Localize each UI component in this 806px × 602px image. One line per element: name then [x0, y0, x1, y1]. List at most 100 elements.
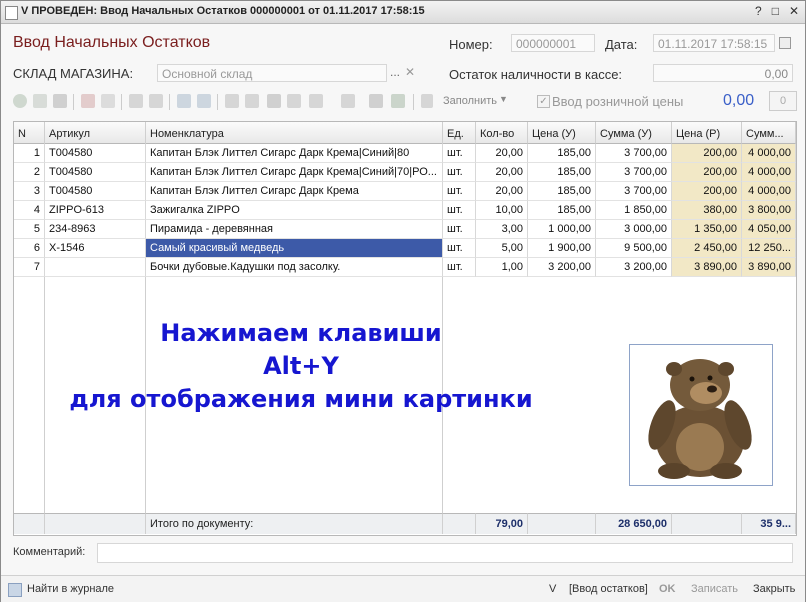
table-cell-qty[interactable]: 3,00 — [476, 220, 528, 239]
table-cell-n[interactable]: 7 — [14, 258, 45, 277]
table-cell-qty[interactable]: 20,00 — [476, 182, 528, 201]
retail-checkbox[interactable]: ✓ — [537, 95, 550, 108]
columns-icon[interactable] — [267, 94, 281, 108]
table-cell-unit[interactable]: шт. — [443, 144, 476, 163]
table-cell-sum_r[interactable]: 4 000,00 — [742, 182, 796, 201]
table-cell-art[interactable]: Т004580 — [45, 163, 146, 182]
table-cell-sum_u[interactable]: 3 700,00 — [596, 144, 672, 163]
table-cell-sum_u[interactable]: 3 200,00 — [596, 258, 672, 277]
add-icon[interactable] — [13, 94, 27, 108]
table-cell-n[interactable]: 1 — [14, 144, 45, 163]
table-cell-sum_u[interactable]: 1 850,00 — [596, 201, 672, 220]
table-cell-name[interactable]: Капитан Блэк Литтел Сигарс Дарк Крема|Си… — [146, 163, 443, 182]
move-up-icon[interactable] — [177, 94, 191, 108]
save-button[interactable]: Записать — [691, 583, 738, 595]
table-cell-price_u[interactable]: 185,00 — [528, 182, 596, 201]
barcode-icon[interactable] — [341, 94, 355, 108]
table-cell-sum_r[interactable]: 12 250... — [742, 239, 796, 258]
table-cell-unit[interactable]: шт. — [443, 201, 476, 220]
column-header-name[interactable]: Номенклатура — [146, 122, 443, 144]
sort-desc-icon[interactable] — [245, 94, 259, 108]
table-cell-art[interactable]: Т004580 — [45, 182, 146, 201]
table-cell-price_u[interactable]: 185,00 — [528, 201, 596, 220]
table-cell-sum_u[interactable]: 9 500,00 — [596, 239, 672, 258]
table-cell-qty[interactable]: 20,00 — [476, 163, 528, 182]
comment-input[interactable] — [97, 543, 793, 563]
find-in-journal-link[interactable]: Найти в журнале — [27, 583, 114, 595]
table-icon[interactable] — [287, 94, 301, 108]
column-header-qty[interactable]: Кол-во — [476, 122, 528, 144]
filter-icon[interactable] — [129, 94, 143, 108]
table-cell-n[interactable]: 2 — [14, 163, 45, 182]
journal-icon[interactable] — [8, 583, 22, 597]
cash-field[interactable]: 0,00 — [653, 64, 793, 82]
column-header-unit[interactable]: Ед. — [443, 122, 476, 144]
move-down-icon[interactable] — [197, 94, 211, 108]
table-cell-n[interactable]: 3 — [14, 182, 45, 201]
table-cell-sum_u[interactable]: 3 700,00 — [596, 163, 672, 182]
table-cell-name[interactable]: Пирамида - деревянная — [146, 220, 443, 239]
column-header-sum-r[interactable]: Сумм... — [742, 122, 796, 144]
table-cell-qty[interactable]: 10,00 — [476, 201, 528, 220]
column-header-n[interactable]: N — [14, 122, 45, 144]
close-icon[interactable]: ✕ — [789, 4, 799, 18]
close-button[interactable]: Закрыть — [753, 583, 795, 595]
table-cell-qty[interactable]: 5,00 — [476, 239, 528, 258]
table-cell-name[interactable]: Зажигалка ZIPPO — [146, 201, 443, 220]
table-cell-art[interactable]: Т004580 — [45, 144, 146, 163]
column-header-sum-u[interactable]: Сумма (У) — [596, 122, 672, 144]
table-cell-art[interactable]: ZIPPO-613 — [45, 201, 146, 220]
small-value-box[interactable]: 0 — [769, 91, 797, 111]
table-cell-n[interactable]: 4 — [14, 201, 45, 220]
table-cell-art[interactable] — [45, 258, 146, 277]
table-cell-qty[interactable]: 20,00 — [476, 144, 528, 163]
table-cell-price_r[interactable]: 2 450,00 — [672, 239, 742, 258]
table-cell-unit[interactable]: шт. — [443, 220, 476, 239]
chevron-down-icon[interactable]: ▼ — [499, 94, 508, 104]
table-cell-sum_r[interactable]: 4 050,00 — [742, 220, 796, 239]
copy-icon[interactable] — [33, 94, 47, 108]
fill-button[interactable]: Заполнить — [443, 95, 497, 107]
filter-off-icon[interactable] — [149, 94, 163, 108]
edit-icon[interactable] — [53, 94, 67, 108]
table-cell-sum_u[interactable]: 3 700,00 — [596, 182, 672, 201]
table-cell-sum_r[interactable]: 3 890,00 — [742, 258, 796, 277]
table-cell-unit[interactable]: шт. — [443, 182, 476, 201]
table-cell-qty[interactable]: 1,00 — [476, 258, 528, 277]
table-cell-price_u[interactable]: 185,00 — [528, 163, 596, 182]
sort-asc-icon[interactable] — [225, 94, 239, 108]
table-cell-price_r[interactable]: 200,00 — [672, 182, 742, 201]
table-cell-art[interactable]: 234-8963 — [45, 220, 146, 239]
table-cell-n[interactable]: 5 — [14, 220, 45, 239]
select-button[interactable]: ... — [390, 65, 400, 79]
column-header-price-u[interactable]: Цена (У) — [528, 122, 596, 144]
table-cell-name[interactable]: Капитан Блэк Литтел Сигарс Дарк Крема — [146, 182, 443, 201]
settings-icon[interactable] — [309, 94, 323, 108]
table-cell-unit[interactable]: шт. — [443, 239, 476, 258]
help-icon[interactable]: ? — [755, 4, 762, 18]
table-cell-n[interactable]: 6 — [14, 239, 45, 258]
table-cell-unit[interactable]: шт. — [443, 258, 476, 277]
table-cell-art[interactable]: X-1546 — [45, 239, 146, 258]
print-icon[interactable] — [369, 94, 383, 108]
table-cell-price_u[interactable]: 185,00 — [528, 144, 596, 163]
table-cell-sum_r[interactable]: 3 800,00 — [742, 201, 796, 220]
table-cell-price_r[interactable]: 200,00 — [672, 163, 742, 182]
table-cell-name[interactable]: Капитан Блэк Литтел Сигарс Дарк Крема|Си… — [146, 144, 443, 163]
ok-button[interactable]: OK — [659, 583, 676, 595]
table-cell-price_u[interactable]: 1 000,00 — [528, 220, 596, 239]
column-header-price-r[interactable]: Цена (Р) — [672, 122, 742, 144]
clear-icon[interactable]: ✕ — [405, 65, 415, 79]
table-cell-sum_u[interactable]: 3 000,00 — [596, 220, 672, 239]
table-cell-name[interactable]: Бочки дубовые.Кадушки под засолку. — [146, 258, 443, 277]
calendar-icon[interactable] — [779, 37, 791, 49]
table-cell-price_r[interactable]: 200,00 — [672, 144, 742, 163]
table-cell-price_r[interactable]: 1 350,00 — [672, 220, 742, 239]
table-cell-sum_r[interactable]: 4 000,00 — [742, 163, 796, 182]
store-field[interactable]: Основной склад — [157, 64, 387, 82]
column-header-article[interactable]: Артикул — [45, 122, 146, 144]
table-cell-sum_r[interactable]: 4 000,00 — [742, 144, 796, 163]
table-cell-price_u[interactable]: 3 200,00 — [528, 258, 596, 277]
picture-icon[interactable] — [391, 94, 405, 108]
table-cell-unit[interactable]: шт. — [443, 163, 476, 182]
